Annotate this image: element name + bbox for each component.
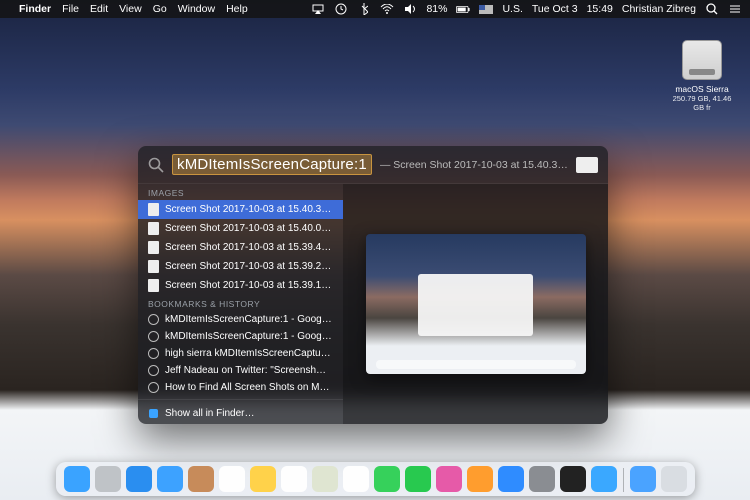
airplay-icon[interactable] (311, 2, 325, 16)
top-hit-thumb (576, 157, 598, 173)
menu-view[interactable]: View (119, 3, 142, 15)
menu-edit[interactable]: Edit (90, 3, 108, 15)
menu-help[interactable]: Help (226, 3, 248, 15)
wifi-icon[interactable] (380, 2, 394, 16)
dock-app-reminders[interactable] (281, 466, 307, 492)
file-icon (148, 241, 159, 254)
spotlight-icon[interactable] (705, 2, 719, 16)
spotlight-results: IMAGES Screen Shot 2017-10-03 at 15.40.3… (138, 184, 343, 424)
dock (56, 462, 695, 496)
divider (138, 399, 343, 400)
drive-subtitle: 250.79 GB, 41.46 GB fr (672, 94, 732, 112)
spotlight-top-hit: — Screen Shot 2017-10-03 at 15.40.32.png (380, 159, 568, 171)
dock-separator (623, 468, 624, 492)
result-image[interactable]: Screen Shot 2017-10-03 at 15.40.0… (138, 219, 343, 238)
spotlight-search-row: kMDItemIsScreenCapture:1 — Screen Shot 2… (138, 146, 608, 184)
globe-icon (148, 365, 159, 376)
globe-icon (148, 348, 159, 359)
dock-app-appstore[interactable] (498, 466, 524, 492)
file-icon (148, 222, 159, 235)
result-bookmark[interactable]: kMDItemIsScreenCapture:1 - Goog… (138, 328, 343, 345)
dock-app-tweetbot[interactable] (591, 466, 617, 492)
drive-icon (682, 40, 722, 80)
desktop-drive[interactable]: macOS Sierra 250.79 GB, 41.46 GB fr (672, 40, 732, 112)
result-bookmark[interactable]: kMDItemIsScreenCapture:1 - Goog… (138, 311, 343, 328)
dock-app-maps[interactable] (312, 466, 338, 492)
menubar-app[interactable]: Finder (19, 3, 51, 15)
dock-app-calendar[interactable] (219, 466, 245, 492)
volume-icon[interactable] (403, 2, 417, 16)
dock-app-finder[interactable] (64, 466, 90, 492)
menubar-time[interactable]: 15:49 (587, 3, 613, 15)
menubar: Finder File Edit View Go Window Help 81%… (0, 0, 750, 18)
battery-icon[interactable] (456, 2, 470, 16)
drive-name: macOS Sierra (672, 84, 732, 94)
menubar-date[interactable]: Tue Oct 3 (532, 3, 578, 15)
result-image[interactable]: Screen Shot 2017-10-03 at 15.39.4… (138, 238, 343, 257)
file-icon (148, 260, 159, 273)
flag-icon[interactable] (479, 2, 493, 16)
dock-app-terminal[interactable] (560, 466, 586, 492)
dock-app-trash[interactable] (661, 466, 687, 492)
section-bookmarks: BOOKMARKS & HISTORY (138, 295, 343, 311)
dock-app-messages[interactable] (374, 466, 400, 492)
dock-container (0, 462, 750, 496)
input-source[interactable]: U.S. (502, 3, 522, 15)
timemachine-icon[interactable] (334, 2, 348, 16)
dock-app-downloads[interactable] (630, 466, 656, 492)
result-image[interactable]: Screen Shot 2017-10-03 at 15.39.1… (138, 276, 343, 295)
battery-percent[interactable]: 81% (426, 3, 447, 15)
result-bookmark[interactable]: How to Find All Screen Shots on M… (138, 379, 343, 396)
file-icon (148, 279, 159, 292)
file-icon (148, 203, 159, 216)
spotlight-query[interactable]: kMDItemIsScreenCapture:1 (172, 154, 372, 175)
globe-icon (148, 331, 159, 342)
notification-center-icon[interactable] (728, 2, 742, 16)
dock-app-preferences[interactable] (529, 466, 555, 492)
result-image[interactable]: Screen Shot 2017-10-03 at 15.40.3… (138, 200, 343, 219)
spotlight-preview (343, 184, 608, 424)
finder-icon (148, 408, 159, 419)
show-all-in-finder[interactable]: Show all in Finder… (138, 403, 343, 424)
dock-app-facetime[interactable] (405, 466, 431, 492)
dock-app-mail[interactable] (157, 466, 183, 492)
search-icon (148, 157, 164, 173)
dock-app-safari[interactable] (126, 466, 152, 492)
menu-window[interactable]: Window (178, 3, 215, 15)
result-bookmark[interactable]: Jeff Nadeau on Twitter: "Screensh… (138, 362, 343, 379)
bluetooth-icon[interactable] (357, 2, 371, 16)
dock-app-itunes[interactable] (436, 466, 462, 492)
spotlight-panel: kMDItemIsScreenCapture:1 — Screen Shot 2… (138, 146, 608, 424)
dock-app-launchpad[interactable] (95, 466, 121, 492)
result-bookmark[interactable]: high sierra kMDItemIsScreenCaptu… (138, 345, 343, 362)
globe-icon (148, 314, 159, 325)
menu-file[interactable]: File (62, 3, 79, 15)
dock-app-photos[interactable] (343, 466, 369, 492)
dock-app-notes[interactable] (250, 466, 276, 492)
globe-icon (148, 382, 159, 393)
section-images: IMAGES (138, 184, 343, 200)
preview-screenshot (366, 234, 586, 374)
dock-app-ibooks[interactable] (467, 466, 493, 492)
menu-go[interactable]: Go (153, 3, 167, 15)
result-image[interactable]: Screen Shot 2017-10-03 at 15.39.2… (138, 257, 343, 276)
menubar-user[interactable]: Christian Zibreg (622, 3, 696, 15)
dock-app-contacts[interactable] (188, 466, 214, 492)
